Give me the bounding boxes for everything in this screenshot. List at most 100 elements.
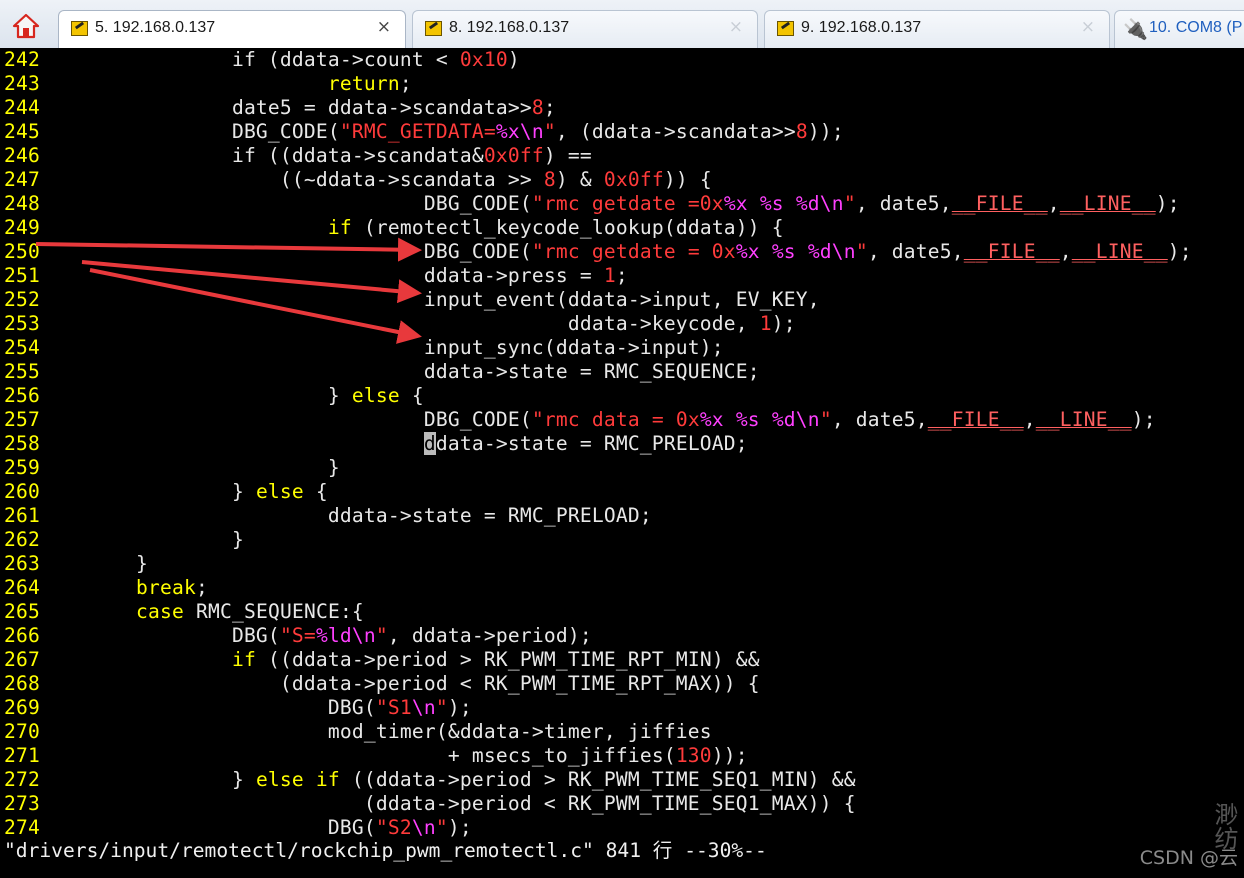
line-number: 248 — [4, 192, 40, 215]
tab-session-5[interactable]: 5. 192.168.0.137 × — [58, 10, 406, 48]
line-number: 259 — [4, 456, 40, 479]
line-number: 251 — [4, 264, 40, 287]
code-line: 270 mod_timer(&ddata->timer, jiffies — [4, 720, 712, 744]
code-token: ; — [399, 72, 412, 95]
code-line: 252 input_event(ddata->input, EV_KEY, — [4, 288, 820, 312]
line-number: 266 — [4, 624, 40, 647]
code-token: if ((ddata->scandata& — [40, 144, 484, 167]
code-token: 1 — [759, 312, 772, 335]
code-token: " — [843, 192, 856, 215]
code-token: "rmc getdate = 0x — [531, 240, 736, 263]
code-token: %x — [735, 240, 760, 263]
code-token: 8 — [531, 96, 544, 119]
code-token: ; — [615, 264, 628, 287]
code-token: " — [435, 696, 448, 719]
code-token: , — [1059, 240, 1072, 263]
code-token: ((~ddata->scandata >> — [40, 168, 544, 191]
code-line: 266 DBG("S=%ld\n", ddata->period); — [4, 624, 592, 648]
code-line: 264 break; — [4, 576, 208, 600]
code-token: } — [40, 528, 244, 551]
terminal-window[interactable]: 242 if (ddata->count < 0x10) 243 return; 2… — [0, 48, 1244, 878]
line-number: 271 — [4, 744, 40, 767]
code-token: ) — [507, 48, 520, 71]
code-line: 259 } — [4, 456, 340, 480]
code-line: 272 } else if ((ddata->period > RK_PWM_T… — [4, 768, 856, 792]
line-number: 254 — [4, 336, 40, 359]
code-token: , date5, — [867, 240, 964, 263]
code-token: (ddata->period < RK_PWM_TIME_SEQ1_MAX)) … — [40, 792, 856, 815]
tab-session-9[interactable]: 9. 192.168.0.137 × — [764, 10, 1110, 48]
code-token: ((ddata->period > RK_PWM_TIME_RPT_MIN) &… — [255, 648, 760, 671]
code-token: ); — [447, 816, 472, 839]
code-line: 242 if (ddata->count < 0x10) — [4, 48, 520, 72]
line-number: 246 — [4, 144, 40, 167]
line-number: 245 — [4, 120, 40, 143]
code-token: ddata->keycode, — [40, 312, 760, 335]
close-icon[interactable]: × — [729, 17, 743, 37]
tab-session-8[interactable]: 8. 192.168.0.137 × — [412, 10, 758, 48]
line-number: 267 — [4, 648, 40, 671]
code-token: "S1 — [375, 696, 412, 719]
code-line: 249 if (remotectl_keycode_lookup(ddata))… — [4, 216, 784, 240]
line-number: 273 — [4, 792, 40, 815]
home-icon[interactable] — [12, 13, 40, 39]
line-number: 268 — [4, 672, 40, 695]
code-token: else — [351, 384, 400, 407]
line-number: 250 — [4, 240, 40, 263]
code-line: 248 DBG_CODE("rmc getdate =0x%x %s %d\n"… — [4, 192, 1180, 216]
status-line: "drivers/input/remotectl/rockchip_pwm_re… — [4, 839, 767, 862]
code-line: 263 } — [4, 552, 148, 576]
code-token: 8 — [795, 120, 808, 143]
close-icon[interactable]: × — [1081, 17, 1095, 37]
code-token: " — [375, 624, 388, 647]
code-token: ) & — [555, 168, 604, 191]
code-token: ddata->state = RMC_SEQUENCE; — [40, 360, 760, 383]
code-token: " — [543, 120, 556, 143]
code-token: , date5, — [855, 192, 952, 215]
code-token: input_sync(ddata->input); — [40, 336, 724, 359]
line-number: 242 — [4, 48, 40, 71]
code-token: __FILE__ — [951, 192, 1048, 215]
line-number: 252 — [4, 288, 40, 311]
code-line: 245 DBG_CODE("RMC_GETDATA=%x\n", (ddata-… — [4, 120, 844, 144]
code-token: DBG( — [40, 696, 376, 719]
code-token: , (ddata->scandata>> — [555, 120, 796, 143]
code-line: 250 DBG_CODE("rmc getdate = 0x%x %s %d\n… — [4, 240, 1192, 264]
code-line: 254 input_sync(ddata->input); — [4, 336, 724, 360]
code-token: , — [1047, 192, 1060, 215]
code-token: DBG_CODE( — [40, 192, 532, 215]
code-token: 0x0ff — [483, 144, 544, 167]
code-line: 262 } — [4, 528, 244, 552]
tab-label: 10. COM8 (P — [1149, 19, 1243, 36]
putty-key-icon — [777, 21, 794, 36]
code-token: __LINE__ — [1035, 408, 1132, 431]
close-icon[interactable]: × — [377, 17, 391, 37]
code-line: 246 if ((ddata->scandata&0x0ff) == — [4, 144, 592, 168]
line-number: 270 — [4, 720, 40, 743]
code-token: break — [135, 576, 196, 599]
code-line: 268 (ddata->period < RK_PWM_TIME_RPT_MAX… — [4, 672, 760, 696]
code-token: , — [1023, 408, 1036, 431]
code-token: ); — [1155, 192, 1180, 215]
code-token: { — [399, 384, 424, 407]
tab-label: 9. 192.168.0.137 — [801, 19, 922, 36]
code-token: (ddata->period < RK_PWM_TIME_RPT_MAX)) { — [40, 672, 760, 695]
code-token: %x — [699, 408, 724, 431]
tab-com8[interactable]: 🔌 10. COM8 (P — [1114, 10, 1244, 48]
watermark: CSDN @云 — [1139, 847, 1238, 869]
code-token: ddata->press = — [40, 264, 604, 287]
code-token: ddata->state = RMC_PRELOAD; — [40, 504, 652, 527]
code-token: data->state = RMC_PRELOAD; — [435, 432, 748, 455]
code-token: " — [435, 816, 448, 839]
code-token: %s — [771, 240, 796, 263]
code-token: DBG_CODE( — [40, 120, 340, 143]
code-token: + msecs_to_jiffies( — [40, 744, 676, 767]
code-token: __FILE__ — [927, 408, 1024, 431]
tab-label: 8. 192.168.0.137 — [449, 19, 570, 36]
code-line: 261 ddata->state = RMC_PRELOAD; — [4, 504, 652, 528]
